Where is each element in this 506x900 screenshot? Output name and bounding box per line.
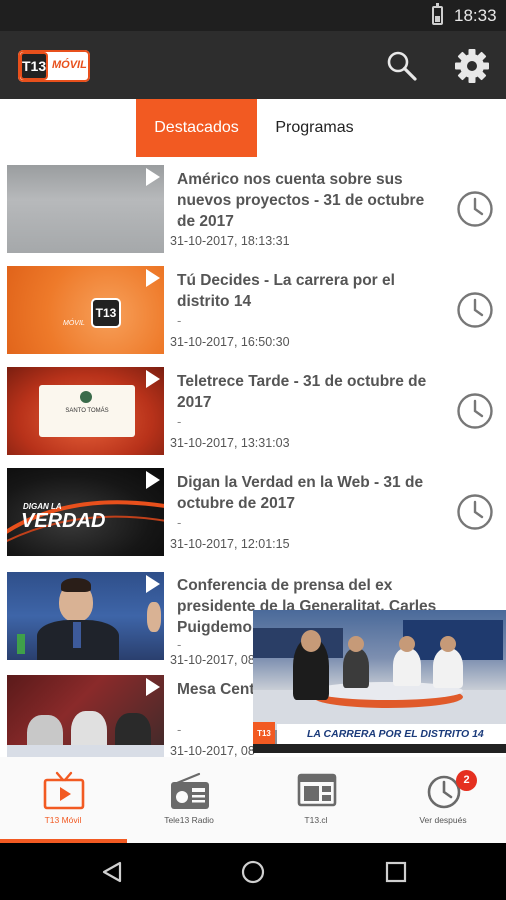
pip-person-2 <box>343 648 369 688</box>
nav-label: Tele13 Radio <box>164 815 214 825</box>
video-item[interactable]: Américo nos cuenta sobre sus nuevos proy… <box>0 157 506 255</box>
pip-ticker <box>253 744 506 753</box>
back-triangle-icon[interactable] <box>100 860 124 884</box>
nav-tele13-radio[interactable]: Tele13 Radio <box>126 757 252 843</box>
tab-programas[interactable]: Programas <box>257 99 372 157</box>
thumb-logo-subtitle: MÓVIL <box>63 320 85 327</box>
thumb-logo: T13 <box>91 298 121 328</box>
pip-person-3 <box>393 648 421 686</box>
search-button[interactable] <box>386 50 418 82</box>
thumb-mic <box>17 634 25 654</box>
nav-label: T13.cl <box>304 815 328 825</box>
video-thumbnail[interactable]: SANTO TOMÁS <box>7 367 164 455</box>
thumb-person-hair <box>61 578 91 592</box>
video-title[interactable]: Teletrece Tarde - 31 de octubre de 2017 <box>177 371 439 413</box>
logo-mark: T13 <box>20 52 48 80</box>
video-title[interactable]: Américo nos cuenta sobre sus nuevos proy… <box>177 169 439 232</box>
video-date: 31-10-2017, 18:13:31 <box>170 234 290 248</box>
section-tabs: Destacados Programas <box>0 99 506 157</box>
video-thumbnail[interactable] <box>7 675 164 757</box>
app-bar: T13 MÓVIL <box>0 31 506 99</box>
thumb-caption: SANTO TOMÁS <box>65 408 109 414</box>
tv-play-icon <box>43 771 85 810</box>
thumb-person-side <box>147 602 161 632</box>
watch-later-button[interactable] <box>456 493 494 531</box>
video-subtitle: - <box>177 313 182 328</box>
video-title[interactable]: Tú Decides - La carrera por el distrito … <box>177 270 439 312</box>
radio-icon <box>171 772 209 809</box>
video-subtitle: - <box>177 414 182 429</box>
recents-square-icon[interactable] <box>385 861 407 883</box>
video-date: 31-10-2017, 08 <box>170 653 255 667</box>
pip-person-4 <box>433 648 463 688</box>
pip-caption: LA CARRERA POR EL DISTRITO 14 <box>277 724 506 744</box>
watch-later-button[interactable] <box>456 392 494 430</box>
pip-person-4-head <box>440 636 456 652</box>
gear-icon <box>455 49 489 83</box>
video-item[interactable]: DIGAN LA VERDAD Digan la Verdad en la We… <box>0 460 506 558</box>
thumb-caption-line2: VERDAD <box>21 510 106 532</box>
nav-t13-cl[interactable]: T13.cl <box>253 757 379 843</box>
logo-subtitle: MÓVIL <box>52 59 87 71</box>
thumb-desk <box>7 745 164 757</box>
play-icon <box>146 678 160 696</box>
nav-label: T13 Móvil <box>44 815 82 825</box>
video-thumbnail[interactable] <box>7 572 164 660</box>
video-date: 31-10-2017, 13:31:03 <box>170 436 290 450</box>
video-thumbnail[interactable] <box>7 165 164 253</box>
watch-later-button[interactable] <box>456 190 494 228</box>
browser-window-icon <box>297 773 337 807</box>
pip-logo: T13 <box>253 722 275 746</box>
video-date: 31-10-2017, 16:50:30 <box>170 335 290 349</box>
video-date: 31-10-2017, 12:01:15 <box>170 537 290 551</box>
home-circle-icon[interactable] <box>241 860 265 884</box>
video-subtitle: - <box>177 515 182 530</box>
settings-button[interactable] <box>454 48 490 84</box>
video-subtitle: - <box>177 637 182 652</box>
status-time: 18:33 <box>454 6 497 25</box>
pip-person-2-head <box>348 636 364 652</box>
search-icon <box>387 51 417 81</box>
notification-badge: 2 <box>456 770 477 791</box>
pip-person-1-head <box>301 630 321 652</box>
tab-destacados[interactable]: Destacados <box>136 99 257 157</box>
status-bar: 18:33 <box>0 0 506 31</box>
app-screen: 18:33 T13 MÓVIL Destacados Programas Amé… <box>0 0 506 900</box>
video-thumbnail[interactable]: DIGAN LA VERDAD <box>7 468 164 556</box>
video-item[interactable]: T13 MÓVIL Tú Decides - La carrera por el… <box>0 258 506 356</box>
play-icon <box>146 575 160 593</box>
clock-icon <box>457 494 493 530</box>
video-subtitle: - <box>177 722 182 737</box>
thumb-person-tie <box>73 622 81 648</box>
pip-person-3-head <box>399 636 415 652</box>
system-nav-bar <box>0 843 506 900</box>
bottom-nav: T13 Móvil Tele13 Radio T13.cl Ver despué… <box>0 757 506 843</box>
video-item[interactable]: SANTO TOMÁS Teletrece Tarde - 31 de octu… <box>0 359 506 457</box>
clock-icon <box>457 292 493 328</box>
battery-icon <box>432 3 443 25</box>
video-subtitle: - <box>177 212 182 227</box>
clock-icon <box>457 191 493 227</box>
nav-t13-movil[interactable]: T13 Móvil <box>0 757 126 843</box>
video-thumbnail[interactable]: T13 MÓVIL <box>7 266 164 354</box>
play-icon <box>146 168 160 186</box>
nav-ver-despues[interactable]: Ver después <box>380 757 506 843</box>
video-date: 31-10-2017, 08 <box>170 744 255 757</box>
thumb-seal <box>80 391 92 403</box>
watch-later-button[interactable] <box>456 291 494 329</box>
pip-video-player[interactable]: T13 LA CARRERA POR EL DISTRITO 14 <box>253 610 506 753</box>
play-icon <box>146 370 160 388</box>
clock-icon <box>457 393 493 429</box>
nav-label: Ver después <box>419 815 467 825</box>
t13-logo[interactable]: T13 MÓVIL <box>18 50 90 82</box>
play-icon <box>146 471 160 489</box>
play-icon <box>146 269 160 287</box>
video-title[interactable]: Digan la Verdad en la Web - 31 de octubr… <box>177 472 439 514</box>
